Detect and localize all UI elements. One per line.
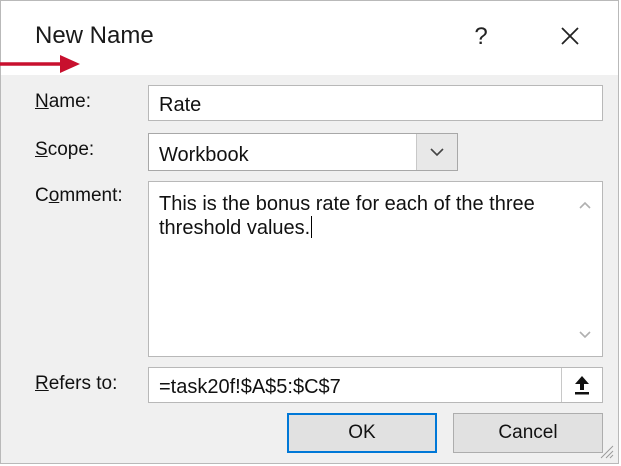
name-value: Rate xyxy=(159,94,202,116)
title-bar: New Name ? xyxy=(1,1,618,75)
name-input[interactable]: Rate xyxy=(148,85,603,121)
ok-button[interactable]: OK xyxy=(287,413,437,453)
dialog-title: New Name xyxy=(35,22,154,49)
close-icon xyxy=(561,27,579,45)
comment-label: Comment: xyxy=(35,185,123,206)
comment-text: This is the bonus rate for each of the t… xyxy=(159,193,541,239)
help-button[interactable]: ? xyxy=(461,17,501,57)
refers-to-label: Refers to: xyxy=(35,373,118,394)
scope-select[interactable]: Workbook xyxy=(148,133,458,171)
new-name-dialog: New Name ? Name: Rate Scope: Workbook Co… xyxy=(0,0,619,464)
name-label: Name: xyxy=(35,91,91,112)
cancel-button[interactable]: Cancel xyxy=(453,413,603,453)
comment-textarea[interactable]: This is the bonus rate for each of the t… xyxy=(148,181,603,357)
resize-grip-icon[interactable] xyxy=(598,443,614,459)
close-button[interactable] xyxy=(549,15,591,57)
scope-label: Scope: xyxy=(35,139,95,160)
refers-to-input[interactable]: =task20f!$A$5:$C$7 xyxy=(148,367,603,403)
scope-value: Workbook xyxy=(159,144,249,166)
chevron-down-icon xyxy=(579,331,591,339)
chevron-up-icon xyxy=(579,201,591,209)
collapse-dialog-button[interactable] xyxy=(561,368,602,402)
scroll-down-arrow[interactable] xyxy=(574,326,596,344)
refers-to-value: =task20f!$A$5:$C$7 xyxy=(159,376,341,398)
scope-dropdown-button[interactable] xyxy=(416,134,457,170)
collapse-dialog-icon xyxy=(575,376,589,395)
chevron-down-icon xyxy=(430,148,444,157)
pointer-arrow-icon xyxy=(0,55,80,73)
text-caret xyxy=(311,216,313,238)
scroll-up-arrow[interactable] xyxy=(574,196,596,214)
